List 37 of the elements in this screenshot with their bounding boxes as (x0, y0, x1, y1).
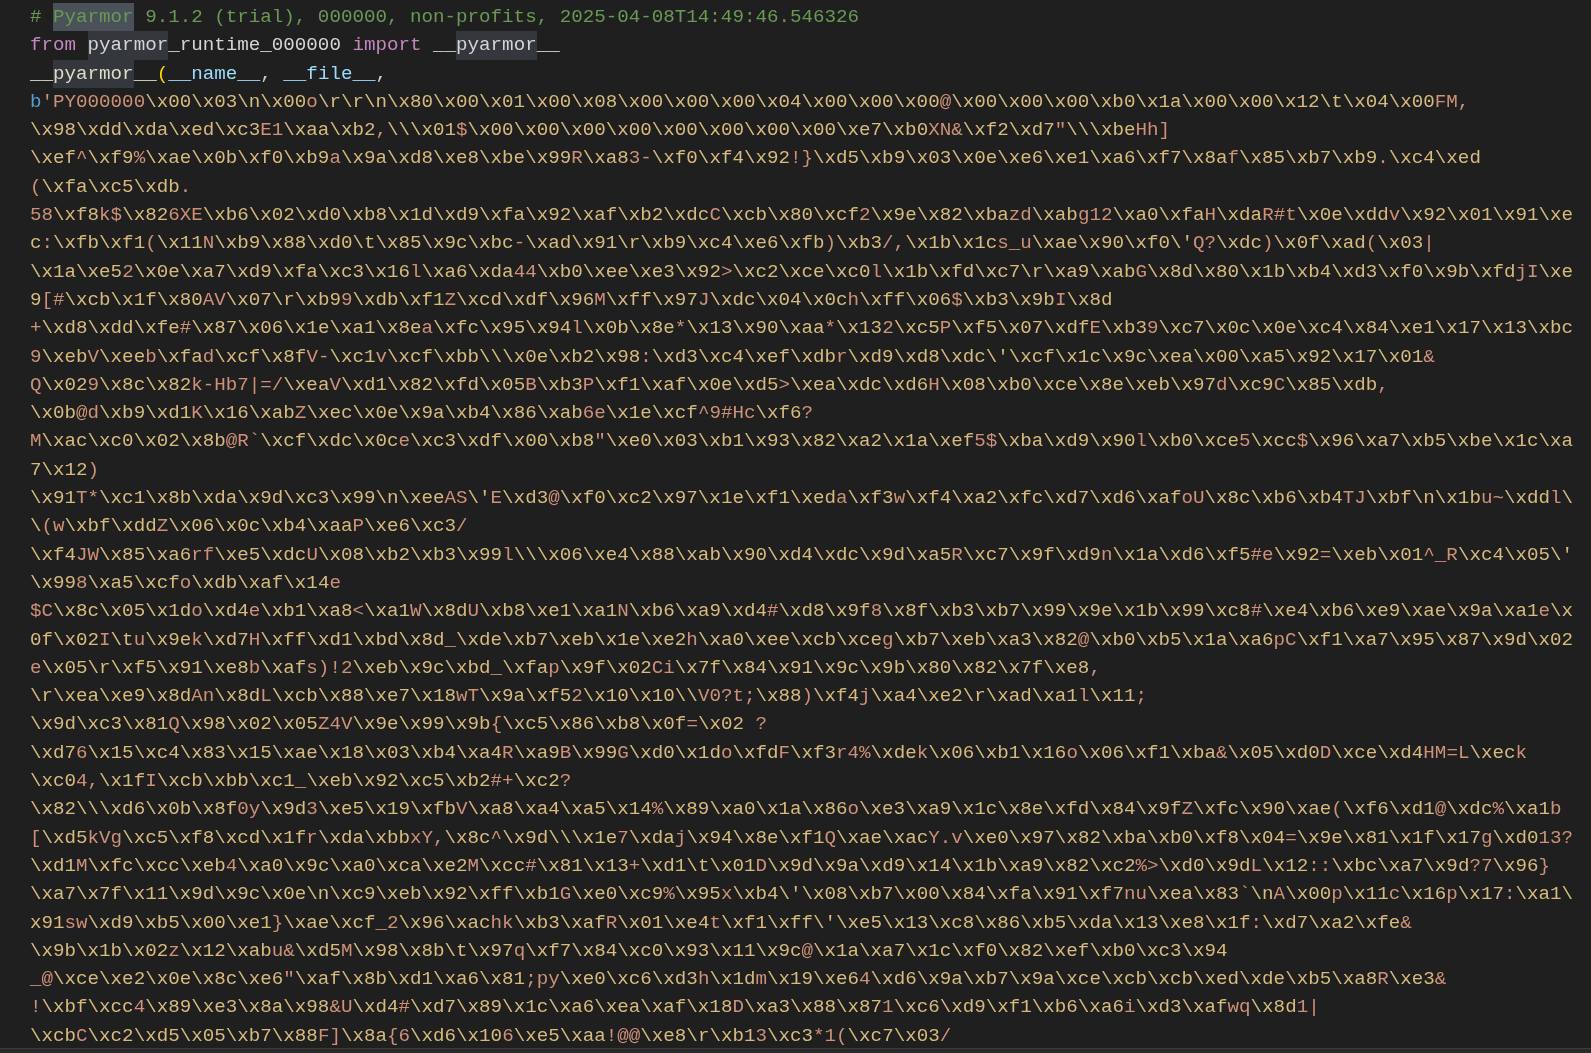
code-line: _@\xce\xe2\x0e\x8c\xe6"\xaf\x8b\xd1\xa6\x81;py\xe0\xc6\xd3h\x1dm\x19\xe64\xd6\x9a\xb7\x9a\xce\xcb\xcb\xed\xde\xb5\xa8R\xe3& (30, 968, 1447, 991)
code-line: \x82\\\xd6\x0b\x8f0y\x9d3\xe5\x19\xfbV\xa8\xa4\xa5\x14%\x89\xa0\x1a\x86o\xe3\xa9\x1c\x8e\xfd\x84\x9fZ\xfc\x90\xae(\xf6\xd1@\xdc%\xa1b (30, 798, 1562, 821)
code-line: \xc04,\x1fI\xcb\xbb\xc1_\xeb\x92\xc5\xb2#+\xc2? (30, 770, 572, 792)
code-line: __pyarmor__(__name__, __file__, (30, 62, 387, 85)
code-line: e\x05\r\xf5\x91\xe8b\xafs)!2\xeb\x9c\xbd_\xfap\x9f\x02Ci\x7f\x84\x91\x9c\x9b\x80\x82\x7f\xe8, (30, 656, 1101, 679)
code-line: \x9d\xc3\x81Q\x98\x02\x05Z4V\x9e\x99\x9b{\xc5\x86\xb8\x0f=\x02 ? (30, 713, 767, 736)
code-line: \xef^\xf9%\xae\x0b\xf0\xb9a\x9a\xd8\xe8\xbe\x99R\xa83-\xf0\xf4\x92!}\xd5\xb9\x03\x0e\xe6\xe1\xa6\xf7\x8af\x85\xb7\xb9.\xc4\xed (30, 147, 1481, 170)
code-line: 58\xf8k$\x826XE\xb6\x02\xd0\xb8\x1d\xd9\xfa\x92\xaf\xb2\xdcC\xcb\x80\xcf2\x9e\x82\xbazd\xabg12\xa0\xfaH\xdaR#t\x0e\xddv\x92\x01\x91\xe (30, 204, 1574, 227)
code-line: !\xbf\xcc4\x89\xe3\x8a\x98&U\xd4#\xd7\x89\x1c\xa6\xea\xaf\x18D\xa3\x88\x871\xc6\xd9\xf1\xb6\xa6i\xd3\xafwq\x8d1| (30, 996, 1320, 1019)
code-line: \x998\xa5\xcfo\xdb\xaf\x14e (30, 571, 341, 594)
code-line: [\xd5kVg\xc5\xf8\xcd\x1fr\xda\xbbxY,\x8c^\x9d\\\x1e7\xdaj\x94\x8e\xf1Q\xae\xacY.v\xe0\x97\x82\xba\xb0\xf8\x04=\x9e\x81\x1f\x17g\xd013? (30, 826, 1574, 849)
code-line: 9\xebV\xeeb\xfad\xcf\x8fV-\xc1v\xcf\xbb\\\x0e\xb2\x98:\xd3\xc4\xef\xdbr\xd9\xd8\xdc\'\xcf\x1c\x9c\xea\x00\xa5\x92\x17\x01& (30, 345, 1435, 368)
code-line: b'PY000000\x00\x03\n\x00o\r\r\n\x80\x00\x01\x00\x08\x00\x00\x00\x04\x00\x00\x00@\x00\x00\x00\xb0\x1a\x00\x00\x12\t\x04\x00FM, (30, 90, 1470, 113)
code-line: $C\x8c\x05\x1do\xd4e\xb1\xa8<\xa1W\x8dU\xb8\xe1\xa1N\xb6\xa9\xd4#\xd8\x9f8\x8f\xb3\xb7\x99\x9e\x1b\x99\xc8#\xe4\xb6\xe9\xae\x9a\xa1e\x (30, 600, 1574, 623)
code-line: +\xd8\xdd\xfe#\x87\x06\x1e\xa1\x8ea\xfc\x95\x94l\x0b\x8e*\x13\x90\xaa*\x132\xc5P\xf5\x07\xdfE\xb39\xc7\x0c\x0e\xc4\x84\xe1\x17\x13\xbc (30, 317, 1574, 340)
code-line: (\xfa\xc5\xdb. (30, 175, 192, 198)
code-line: \(w\xbf\xddZ\x06\x0c\xb4\xaaP\xe6\xc3/ (30, 515, 468, 538)
code-line: from pyarmor_runtime_000000 import __pyarmor__ (30, 34, 560, 57)
code-line: \x9b\x1b\x02z\x12\xabu&\xd5M\x98\x8b\t\x97q\xf7\x84\xc0\x93\x11\x9c@\x1a\xa7\x1c\xf0\x82\xef\xb0\xc3\x94 (30, 939, 1228, 962)
code-line: \xd1M\xfc\xcc\xeb4\xa0\x9c\xa0\xca\xe2M\xcc#\x81\x13+\xd1\t\x01D\x9d\x9a\xd9\x14\x1b\xa9\x82\xc2%>\xd0\x9dL\x12::\xbc\xa7\x9d?7\x96} (30, 854, 1550, 877)
code-line: x91sw\xd9\xb5\x00\xe1}\xae\xcf_2\x96\xachk\xb3\xafR\x01\xe4t\xf1\xff\'\xe5\x13\xc8\x86\xb5\xda\x13\xe8\x1f:\xd7\xa2\xfe& (30, 911, 1412, 934)
code-line: \x98\xdd\xda\xed\xc3E1\xaa\xb2,\\\x01$\x00\x00\x00\x00\x00\x00\x00\x00\xe7\xb0XN&\xf2\xd7"\\\xbeHh] (30, 119, 1170, 142)
code-line: \x1a\xe52\x0e\xa7\xd9\xfa\xc3\x16l\xa6\xda44\xb0\xee\xe3\x92>\xc2\xce\xc0l\x1b\xfd\xc7\r\xa9\xabG\x8d\x80\x1b\xb4\xd3\xf0\x9b\xfdjI\xe (30, 260, 1573, 283)
code-line: Q\x029\x8c\x82k-Hb7|=/\xeaV\xd1\x82\xfd\x05B\xb3P\xf1\xaf\x0e\xd5>\xea\xdc\xd6H\x08\xb0\xce\x8e\xeb\x97d\xc9C\x85\xdb, (30, 373, 1389, 396)
code-line: \xa7\x7f\x11\x9d\x9c\x0e\n\xc9\xeb\x92\xff\xb1G\xe0\xc9%\x95x\xb4\'\x08\xb7\x00\x84\xfa\x91\xf7nu\xea\x83`\nA\x00p\x11c\x16p\x17:\xa1\ (30, 883, 1573, 906)
code-line: \xf4JW\x85\xa6rf\xe5\xdcU\x08\xb2\xb3\x99l\\\x06\xe4\x88\xab\x90\xd4\xdc\x9d\xa5R\xc7\x9f\xd9n\x1a\xd6\xf5#e\x92=\xeb\x01^_R\xc4\x05\' (30, 543, 1574, 566)
code-line: \xcbC\xc2\xd5\x05\xb7\x88F]\x8a{6\xd6\x106\xe5\xaa!@@\xe8\r\xb13\xc3*1(\xc7\x03/ (30, 1024, 952, 1047)
code-line: 7\x12) (30, 458, 100, 481)
code-line: \x0b@d\xb9\xd1K\x16\xabZ\xec\x0e\x9a\xb4\x86\xab6e\x1e\xcf^9#Hc\xf6? (30, 402, 814, 425)
code-line: 0f\x02I\tu\x9ek\xd7H\xff\xd1\xbd\x8d_\xde\xb7\xeb\x1e\xe2h\xa0\xee\xcb\xceg\xb7\xeb\xa3\x82@\xb0\xb5\x1a\xa6pC\xf1\xa7\x95\x87\x9d\x02 (30, 628, 1573, 651)
code-line: \xd76\x15\xc4\x83\x15\xae\x18\x03\xb4\xa4R\xa9B\x99G\xd0\x1do\xfdF\xf3r4%\xdek\x06\xb1\x16o\x06\xf1\xba&\x05\xd0D\xce\xd4HM=L\xeck (30, 741, 1527, 764)
code-line: 9[#\xcb\x1f\x80AV\x07\r\xb99\xdb\xf1Z\xcd\xdf\x96M\xff\x97J\xdc\x04\x0ch\xff\x06$\xb3\x9bI\x8d (30, 288, 1113, 311)
code-line: \x91T*\xc1\x8b\xda\x9d\xc3\x99\n\xeeAS\'E\xd3@\xf0\xc2\x97\x1e\xf1\xeda\xf3w\xf4\xa2\xfc\xd7\xd6\xafoU\x8c\xb6\xb4TJ\xbf\n\x1bu~\xddl\ (30, 487, 1574, 510)
code-line: M\xac\xc0\x02\x8b@R`\xcf\xdc\x0ce\xc3\xdf\x00\xb8"\xe0\x03\xb1\x93\x82\xa2\x1a\xef5$\xba\xd9\x90l\xb0\xce5\xcc$\x96\xa7\xb5\xbe\x1c\xa (30, 430, 1573, 453)
code-line: \r\xea\xe9\x8dAn\x8dL\xcb\x88\xe7\x18wT\x9a\xf52\x10\x10\\V0?t;\x88)\xf4j\xa4\xe2\r\xad\xa1l\x11; (30, 685, 1147, 708)
code-line: # Pyarmor 9.1.2 (trial), 000000, non-profits, 2025-04-08T14:49:46.546326 (30, 6, 860, 28)
code-line: c:\xfb\xf1(\x11N\xb9\x88\xd0\t\x85\x9c\xbc-\xad\x91\r\xb9\xc4\xe6\xfb)\xb3/,\x1b\x1cs_u\xae\x90\xf0\'Q?\xdc)\x0f\xad(\x03| (30, 232, 1435, 255)
